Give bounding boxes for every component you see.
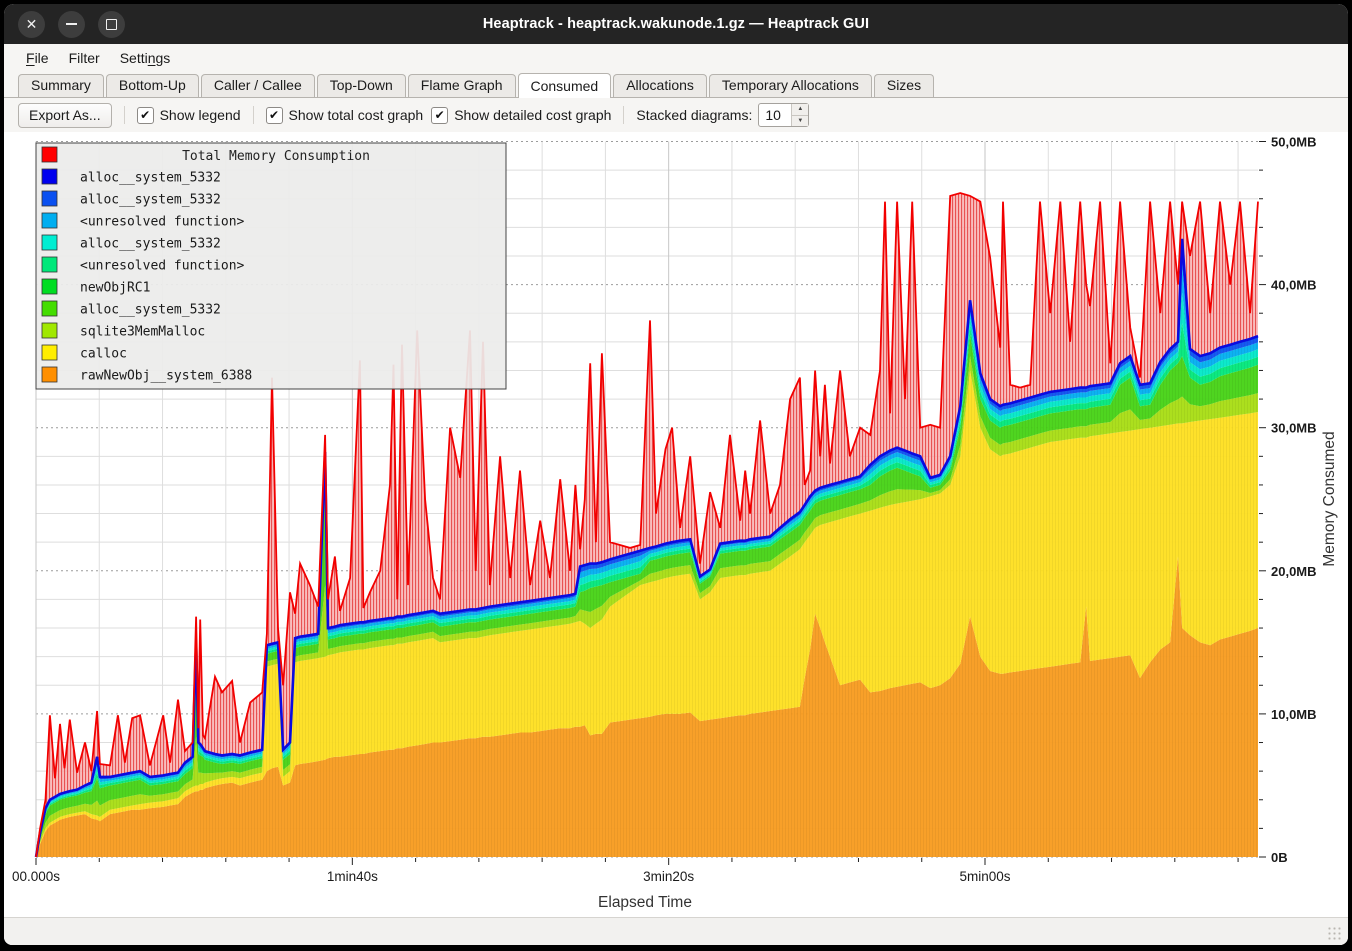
maximize-icon (106, 19, 117, 30)
minimize-icon (66, 23, 77, 25)
toolbar-separator (253, 106, 254, 124)
legend-item-label: alloc__system_5332 (80, 193, 221, 208)
y-tick-label: 50,0MB (1271, 135, 1317, 150)
tab-caller-callee[interactable]: Caller / Callee (201, 74, 315, 97)
tab-bottom-up[interactable]: Bottom-Up (106, 74, 199, 97)
tab-top-down[interactable]: Top-Down (317, 74, 406, 97)
tabbar: SummaryBottom-UpCaller / CalleeTop-DownF… (4, 72, 1348, 98)
legend-item-label: alloc__system_5332 (80, 237, 221, 252)
x-axis-title: Elapsed Time (598, 894, 692, 911)
toolbar: Export As... ✔ Show legend ✔ Show total cos… (4, 98, 1348, 132)
memory-consumption-chart[interactable]: 0B 10,0MB 20,0MB 30,0MB 40,0MB 50,0MB 00.000s 1… (4, 132, 1348, 917)
tab-allocations[interactable]: Allocations (613, 74, 707, 97)
legend-item-label: newObjRC1 (80, 281, 150, 296)
x-tick-label: 00.000s (12, 869, 60, 884)
close-button[interactable]: ✕ (18, 11, 45, 38)
checkbox-label: Show detailed cost graph (454, 107, 611, 123)
y-tick-label: 30,0MB (1271, 421, 1317, 436)
menu-file[interactable]: File (16, 47, 59, 69)
y-tick-label: 10,0MB (1271, 707, 1317, 722)
tab-flame-graph[interactable]: Flame Graph (408, 74, 516, 97)
checkmark-icon: ✔ (266, 107, 283, 124)
legend-item-label: alloc__system_5332 (80, 171, 221, 186)
menu-settings[interactable]: Settings (110, 47, 181, 69)
legend-item-label: rawNewObj__system_6388 (80, 369, 252, 384)
statusbar (4, 917, 1348, 945)
maximize-button[interactable] (98, 11, 125, 38)
close-icon: ✕ (26, 16, 38, 33)
stacked-diagrams-value[interactable]: 10 (759, 104, 791, 126)
minimize-button[interactable] (58, 11, 85, 38)
checkbox-label: Show legend (160, 107, 241, 123)
export-as-button[interactable]: Export As... (18, 103, 112, 128)
spin-down-button[interactable]: ▼ (792, 116, 808, 127)
checkbox-show-total-cost-graph[interactable]: ✔ Show total cost graph (266, 107, 424, 124)
chart-legend: Total Memory Consumption alloc__system_53… (36, 143, 506, 389)
legend-title: Total Memory Consumption (182, 149, 370, 164)
stacked-diagrams-label: Stacked diagrams: (636, 107, 752, 123)
checkbox-show-detailed-cost-graph[interactable]: ✔ Show detailed cost graph (431, 107, 611, 124)
checkbox-label: Show total cost graph (289, 107, 424, 123)
checkbox-show-legend[interactable]: ✔ Show legend (137, 107, 241, 124)
window-title: Heaptrack - heaptrack.wakunode.1.gz — He… (4, 16, 1348, 32)
legend-item-label: <unresolved function> (80, 215, 245, 230)
heaptrack-window: ✕ Heaptrack - heaptrack.wakunode.1.gz — … (4, 4, 1348, 945)
checkmark-icon: ✔ (431, 107, 448, 124)
tab-consumed[interactable]: Consumed (518, 73, 612, 98)
legend-item-label: alloc__system_5332 (80, 303, 221, 318)
tab-summary[interactable]: Summary (18, 74, 104, 97)
x-tick-label: 3min20s (643, 869, 694, 884)
consumed-chart-canvas[interactable]: 0B 10,0MB 20,0MB 30,0MB 40,0MB 50,0MB 00.000s 1… (4, 132, 1348, 917)
y-tick-label: 20,0MB (1271, 564, 1317, 579)
stacked-diagrams-spinbox[interactable]: 10 ▲ ▼ (758, 103, 809, 127)
x-tick-label: 1min40s (327, 869, 378, 884)
y-axis-title: Memory Consumed (1321, 431, 1338, 566)
menu-filter[interactable]: Filter (59, 47, 110, 69)
x-tick-label: 5min00s (959, 869, 1010, 884)
legend-item-label: calloc (80, 347, 127, 362)
y-tick-label: 0B (1271, 850, 1288, 865)
tab-sizes[interactable]: Sizes (874, 74, 934, 97)
toolbar-separator (623, 106, 624, 124)
spin-up-button[interactable]: ▲ (792, 104, 808, 116)
resize-grip-icon[interactable] (1328, 927, 1342, 941)
legend-item-label: sqlite3MemMalloc (80, 325, 205, 340)
toolbar-separator (124, 106, 125, 124)
legend-item-label: <unresolved function> (80, 259, 245, 274)
window-controls: ✕ (18, 11, 125, 38)
titlebar: ✕ Heaptrack - heaptrack.wakunode.1.gz — … (4, 4, 1348, 44)
menubar: FileFilterSettings (4, 44, 1348, 72)
y-tick-label: 40,0MB (1271, 278, 1317, 293)
tab-temporary-allocations[interactable]: Temporary Allocations (709, 74, 872, 97)
checkmark-icon: ✔ (137, 107, 154, 124)
